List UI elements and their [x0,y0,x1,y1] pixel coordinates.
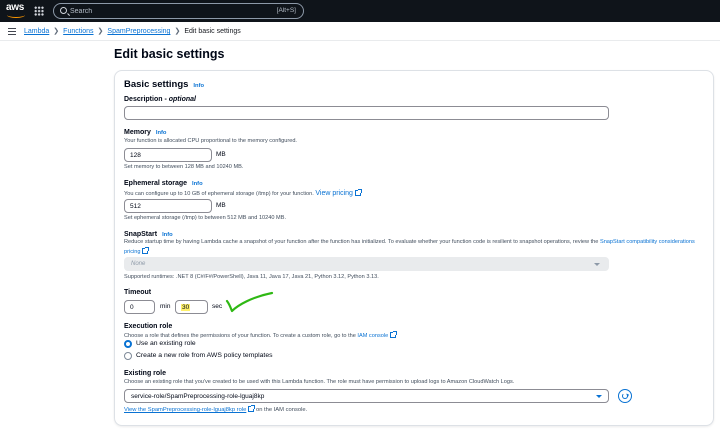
snapstart-pricing-link[interactable]: pricing [124,249,140,255]
aws-smile-icon [7,12,25,18]
timeout-minutes-input[interactable] [124,300,155,314]
timeout-seconds-input[interactable]: 30 [175,300,208,314]
ephemeral-hint: Set ephemeral storage (/tmp) to between … [124,215,287,221]
info-link[interactable]: Info [162,232,173,238]
breadcrumb: Lambda ❯ Functions ❯ SpamPreprocessing ❯ Edit … [24,27,241,35]
iam-console-link[interactable]: IAM console [357,333,388,339]
refresh-roles-button[interactable] [618,389,632,403]
existing-role-description: Choose an existing role that you've crea… [124,379,515,385]
external-link-icon [248,405,256,412]
refresh-icon [621,392,628,399]
radio-label-create-new-role[interactable]: Create a new role from AWS policy templa… [136,352,273,359]
top-navigation: aws [Alt+S] [0,0,720,22]
info-link[interactable]: Info [193,83,204,89]
breadcrumb-current: Edit basic settings [184,28,241,35]
aws-logo[interactable]: aws [6,2,28,20]
description-input[interactable] [124,106,609,120]
snapstart-hint: Supported runtimes: .NET 8 (C#/F#/PowerS… [124,274,379,280]
memory-input[interactable] [124,148,212,162]
search-shortcut-hint: [Alt+S] [276,7,296,14]
description-label-text: Description [124,96,163,103]
snapstart-label-text: SnapStart [124,231,158,238]
services-grid-icon[interactable] [34,6,44,16]
snapstart-select-value: None [131,261,146,267]
breadcrumb-bar: Lambda ❯ Functions ❯ SpamPreprocessing ❯ Edit … [0,22,720,41]
description-label: Description - optional [124,96,196,103]
radio-use-existing-role[interactable] [124,340,132,348]
ephemeral-storage-label: Ephemeral storage Info [124,180,203,187]
memory-description: Your function is allocated CPU proportio… [124,138,297,144]
snapstart-description: Reduce startup time by having Lambda cac… [124,239,695,245]
external-link-icon [390,331,398,338]
memory-label: Memory Info [124,129,166,136]
ephemeral-description: You can configure up to 10 GB of ephemer… [124,189,362,197]
view-pricing-link[interactable]: View pricing [315,190,353,197]
execution-role-description: Choose a role that defines the permissio… [124,331,398,339]
ephemeral-description-text: You can configure up to 10 GB of ephemer… [124,191,314,197]
info-link[interactable]: Info [192,181,203,187]
chevron-down-icon [594,263,600,266]
basic-settings-panel: Basic settings Info Description - optiona… [114,70,714,426]
chevron-right-icon: ❯ [97,28,104,35]
info-link[interactable]: Info [156,130,167,136]
page-title: Edit basic settings [114,47,225,61]
ephemeral-unit: MB [216,202,226,209]
optional-text: optional [168,96,196,103]
breadcrumb-lambda[interactable]: Lambda [24,28,49,35]
search-input[interactable] [70,5,250,17]
radio-label-use-existing-role[interactable]: Use an existing role [136,340,196,347]
search-icon [60,7,67,14]
existing-role-select[interactable]: service-role/SpamPreprocessing-role-lgua… [124,389,609,403]
view-role-link[interactable]: View the SpamPreprocessing-role-lguaj8kp… [124,407,246,413]
hamburger-menu-icon[interactable] [8,28,16,35]
view-role-suffix: on the IAM console. [255,407,308,413]
search-bar[interactable]: [Alt+S] [53,3,304,19]
breadcrumb-functions[interactable]: Functions [63,28,93,35]
breadcrumb-function[interactable]: SpamPreprocessing [107,28,170,35]
execution-role-description-text: Choose a role that defines the permissio… [124,333,356,339]
memory-unit: MB [216,151,226,158]
ephemeral-storage-input[interactable] [124,199,212,213]
green-checkmark-annotation [225,291,274,313]
snapstart-select: None [124,257,609,271]
timeout-label: Timeout [124,289,152,296]
snapstart-label: SnapStart Info [124,231,173,238]
timeout-seconds-unit: sec [212,303,223,310]
memory-label-text: Memory [124,129,151,136]
snapstart-description-text: Reduce startup time by having Lambda cac… [124,239,599,245]
radio-create-new-role[interactable] [124,352,132,360]
snapstart-compatibility-link[interactable]: SnapStart compatibility considerations [600,239,695,245]
chevron-down-icon [596,395,602,398]
snapstart-pricing-line: pricing [124,247,150,255]
memory-hint: Set memory to between 128 MB and 10240 M… [124,164,244,170]
chevron-right-icon: ❯ [53,28,60,35]
timeout-seconds-value: 30 [181,304,191,311]
panel-title-text: Basic settings [124,79,189,90]
panel-title: Basic settings Info [124,79,204,90]
ephemeral-storage-label-text: Ephemeral storage [124,180,188,187]
existing-role-label: Existing role [124,370,167,377]
existing-role-value: service-role/SpamPreprocessing-role-lgua… [131,393,265,400]
external-link-icon [354,189,362,196]
chevron-right-icon: ❯ [174,28,181,35]
timeout-minutes-unit: min [160,303,171,310]
view-role-line: View the SpamPreprocessing-role-lguaj8kp… [124,405,307,413]
external-link-icon [142,247,150,254]
execution-role-label: Execution role [124,323,173,330]
